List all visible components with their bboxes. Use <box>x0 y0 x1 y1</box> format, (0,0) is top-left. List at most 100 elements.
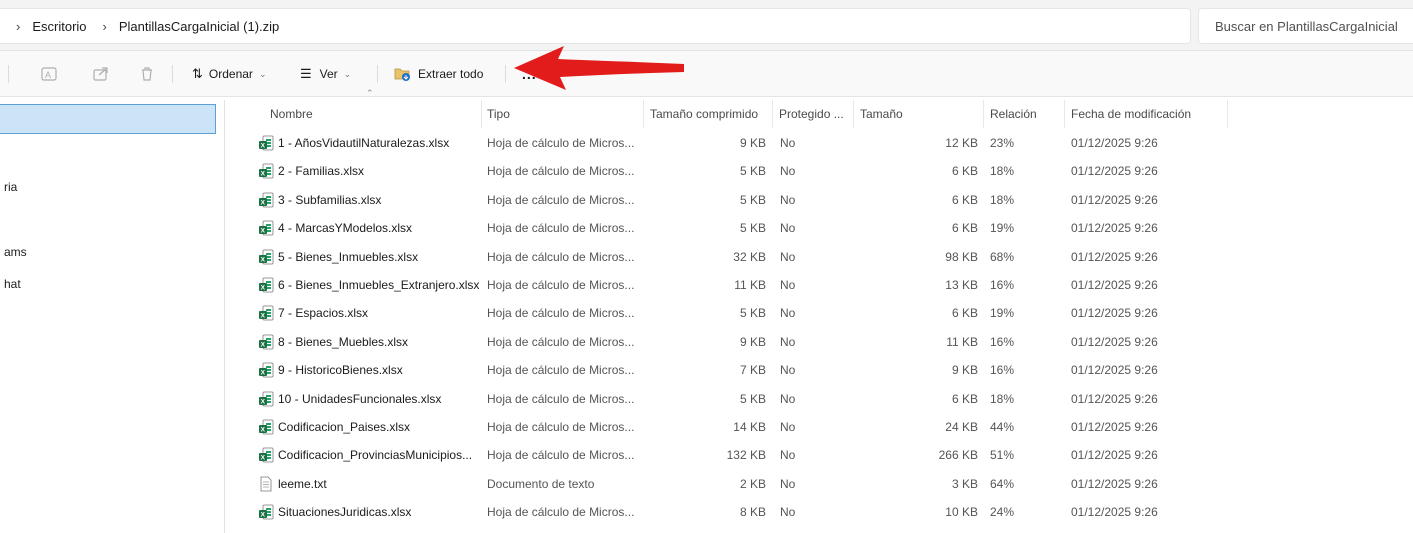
file-size: 13 KB <box>945 278 978 292</box>
delete-button[interactable] <box>138 63 156 85</box>
file-ratio: 18% <box>990 193 1015 207</box>
file-protected: No <box>780 477 796 491</box>
excel-file-icon: X <box>258 419 278 435</box>
file-name: 5 - Bienes_Inmuebles.xlsx <box>278 250 419 264</box>
extract-all-button[interactable]: Extraer todo <box>394 63 483 85</box>
file-name-cell[interactable]: X 3 - Subfamilias.xlsx <box>258 186 381 214</box>
view-icon: ☰ <box>300 66 312 81</box>
excel-file-icon: X <box>258 220 278 236</box>
file-name-cell[interactable]: X 1 - AñosVidautilNaturalezas.xlsx <box>258 129 449 157</box>
column-header-type[interactable]: Tipo <box>487 100 510 128</box>
file-ratio: 16% <box>990 335 1015 349</box>
file-protected: No <box>780 420 796 434</box>
file-compressed-size: 14 KB <box>733 420 766 434</box>
file-name-cell[interactable]: leeme.txt <box>258 470 327 498</box>
sidebar-item-selected[interactable] <box>0 104 216 134</box>
file-protected: No <box>780 363 796 377</box>
chevron-down-icon: ⌄ <box>343 68 352 79</box>
file-name: 2 - Familias.xlsx <box>278 164 365 178</box>
extract-icon <box>394 68 410 81</box>
chevron-down-icon: ⌄ <box>258 68 267 79</box>
share-button[interactable] <box>92 63 110 85</box>
file-protected: No <box>780 335 796 349</box>
file-name-cell[interactable]: X SituacionesJuridicas.xlsx <box>258 498 411 526</box>
chevron-right-icon[interactable]: › <box>16 19 20 34</box>
rename-button[interactable]: A <box>40 63 58 85</box>
column-separator[interactable] <box>853 100 854 128</box>
navigation-pane: ria ams hat <box>0 97 225 533</box>
file-size: 6 KB <box>951 392 978 406</box>
search-placeholder: Buscar en PlantillasCargaInicial <box>1215 18 1398 34</box>
file-name: 7 - Espacios.xlsx <box>278 306 369 320</box>
file-name: 3 - Subfamilias.xlsx <box>278 193 382 207</box>
file-name-cell[interactable]: X 4 - MarcasYModelos.xlsx <box>258 214 412 242</box>
column-separator[interactable] <box>481 100 482 128</box>
search-input[interactable]: Buscar en PlantillasCargaInicial <box>1198 8 1413 44</box>
pane-divider[interactable] <box>224 100 225 533</box>
sort-button[interactable]: ⇅ Ordenar ⌄ <box>192 63 266 85</box>
file-name: SituacionesJuridicas.xlsx <box>278 505 412 519</box>
breadcrumb-item-zip[interactable]: PlantillasCargaInicial (1).zip <box>119 19 279 34</box>
file-name-cell[interactable]: X 7 - Espacios.xlsx <box>258 299 368 327</box>
share-icon <box>93 67 108 81</box>
file-type: Hoja de cálculo de Micros... <box>487 193 635 207</box>
sidebar-item-1[interactable]: ria <box>4 180 17 194</box>
file-protected: No <box>780 136 796 150</box>
file-name: 6 - Bienes_Inmuebles_Extranjero.xlsx <box>278 278 480 292</box>
column-header-ratio[interactable]: Relación <box>990 100 1037 128</box>
file-name-cell[interactable]: X 5 - Bienes_Inmuebles.xlsx <box>258 243 418 271</box>
column-header-date-modified[interactable]: Fecha de modificación <box>1071 100 1191 128</box>
column-header-name[interactable]: Nombre <box>270 100 313 128</box>
file-name-cell[interactable]: X 8 - Bienes_Muebles.xlsx <box>258 328 408 356</box>
red-arrow-annotation <box>514 46 684 90</box>
file-type: Hoja de cálculo de Micros... <box>487 392 635 406</box>
sidebar-item-3[interactable]: hat <box>4 277 21 291</box>
excel-file-icon: X <box>258 192 278 208</box>
file-protected: No <box>780 164 796 178</box>
view-button[interactable]: ☰ Ver ⌄ <box>300 63 351 85</box>
svg-text:X: X <box>261 285 266 292</box>
chevron-right-icon[interactable]: › <box>103 19 107 34</box>
file-size: 6 KB <box>951 221 978 235</box>
column-separator[interactable] <box>1064 100 1065 128</box>
column-header-compressed-size[interactable]: Tamaño comprimido <box>650 100 758 128</box>
column-separator[interactable] <box>772 100 773 128</box>
extract-all-label: Extraer todo <box>418 67 484 81</box>
file-compressed-size: 5 KB <box>739 193 766 207</box>
file-name-cell[interactable]: X 2 - Familias.xlsx <box>258 157 364 185</box>
address-bar-row: › Escritorio › PlantillasCargaInicial (1… <box>0 0 1413 51</box>
column-separator[interactable] <box>1227 100 1228 128</box>
column-separator[interactable] <box>643 100 644 128</box>
sidebar-item-2[interactable]: ams <box>4 245 27 259</box>
file-type: Hoja de cálculo de Micros... <box>487 306 635 320</box>
file-size: 98 KB <box>945 250 978 264</box>
file-protected: No <box>780 306 796 320</box>
excel-file-icon: X <box>258 277 278 293</box>
svg-text:X: X <box>261 512 266 519</box>
file-date-modified: 01/12/2025 9:26 <box>1071 193 1158 207</box>
file-date-modified: 01/12/2025 9:26 <box>1071 448 1158 462</box>
breadcrumb-item-escritorio[interactable]: Escritorio <box>32 19 86 34</box>
file-compressed-size: 11 KB <box>734 278 766 292</box>
column-header-protected[interactable]: Protegido ... <box>779 100 844 128</box>
file-name-cell[interactable]: X 6 - Bienes_Inmuebles_Extranjero.xlsx <box>258 271 479 299</box>
file-name-cell[interactable]: X 9 - HistoricoBienes.xlsx <box>258 356 403 384</box>
file-name: 4 - MarcasYModelos.xlsx <box>278 221 413 235</box>
file-name-cell[interactable]: X 10 - UnidadesFuncionales.xlsx <box>258 385 441 413</box>
breadcrumb[interactable]: › Escritorio › PlantillasCargaInicial (1… <box>0 8 1191 44</box>
svg-text:X: X <box>261 370 266 377</box>
excel-file-icon: X <box>258 135 278 151</box>
file-name: 8 - Bienes_Muebles.xlsx <box>278 335 409 349</box>
rename-icon: A <box>41 67 57 81</box>
file-ratio: 19% <box>990 306 1015 320</box>
file-name: 10 - UnidadesFuncionales.xlsx <box>278 392 442 406</box>
file-name-cell[interactable]: X Codificacion_ProvinciasMunicipios... <box>258 441 472 469</box>
file-name-cell[interactable]: X Codificacion_Paises.xlsx <box>258 413 410 441</box>
column-separator[interactable] <box>983 100 984 128</box>
file-date-modified: 01/12/2025 9:26 <box>1071 136 1158 150</box>
file-date-modified: 01/12/2025 9:26 <box>1071 164 1158 178</box>
excel-file-icon: X <box>258 447 278 463</box>
separator <box>172 65 173 83</box>
file-protected: No <box>780 278 796 292</box>
column-header-size[interactable]: Tamaño <box>860 100 903 128</box>
